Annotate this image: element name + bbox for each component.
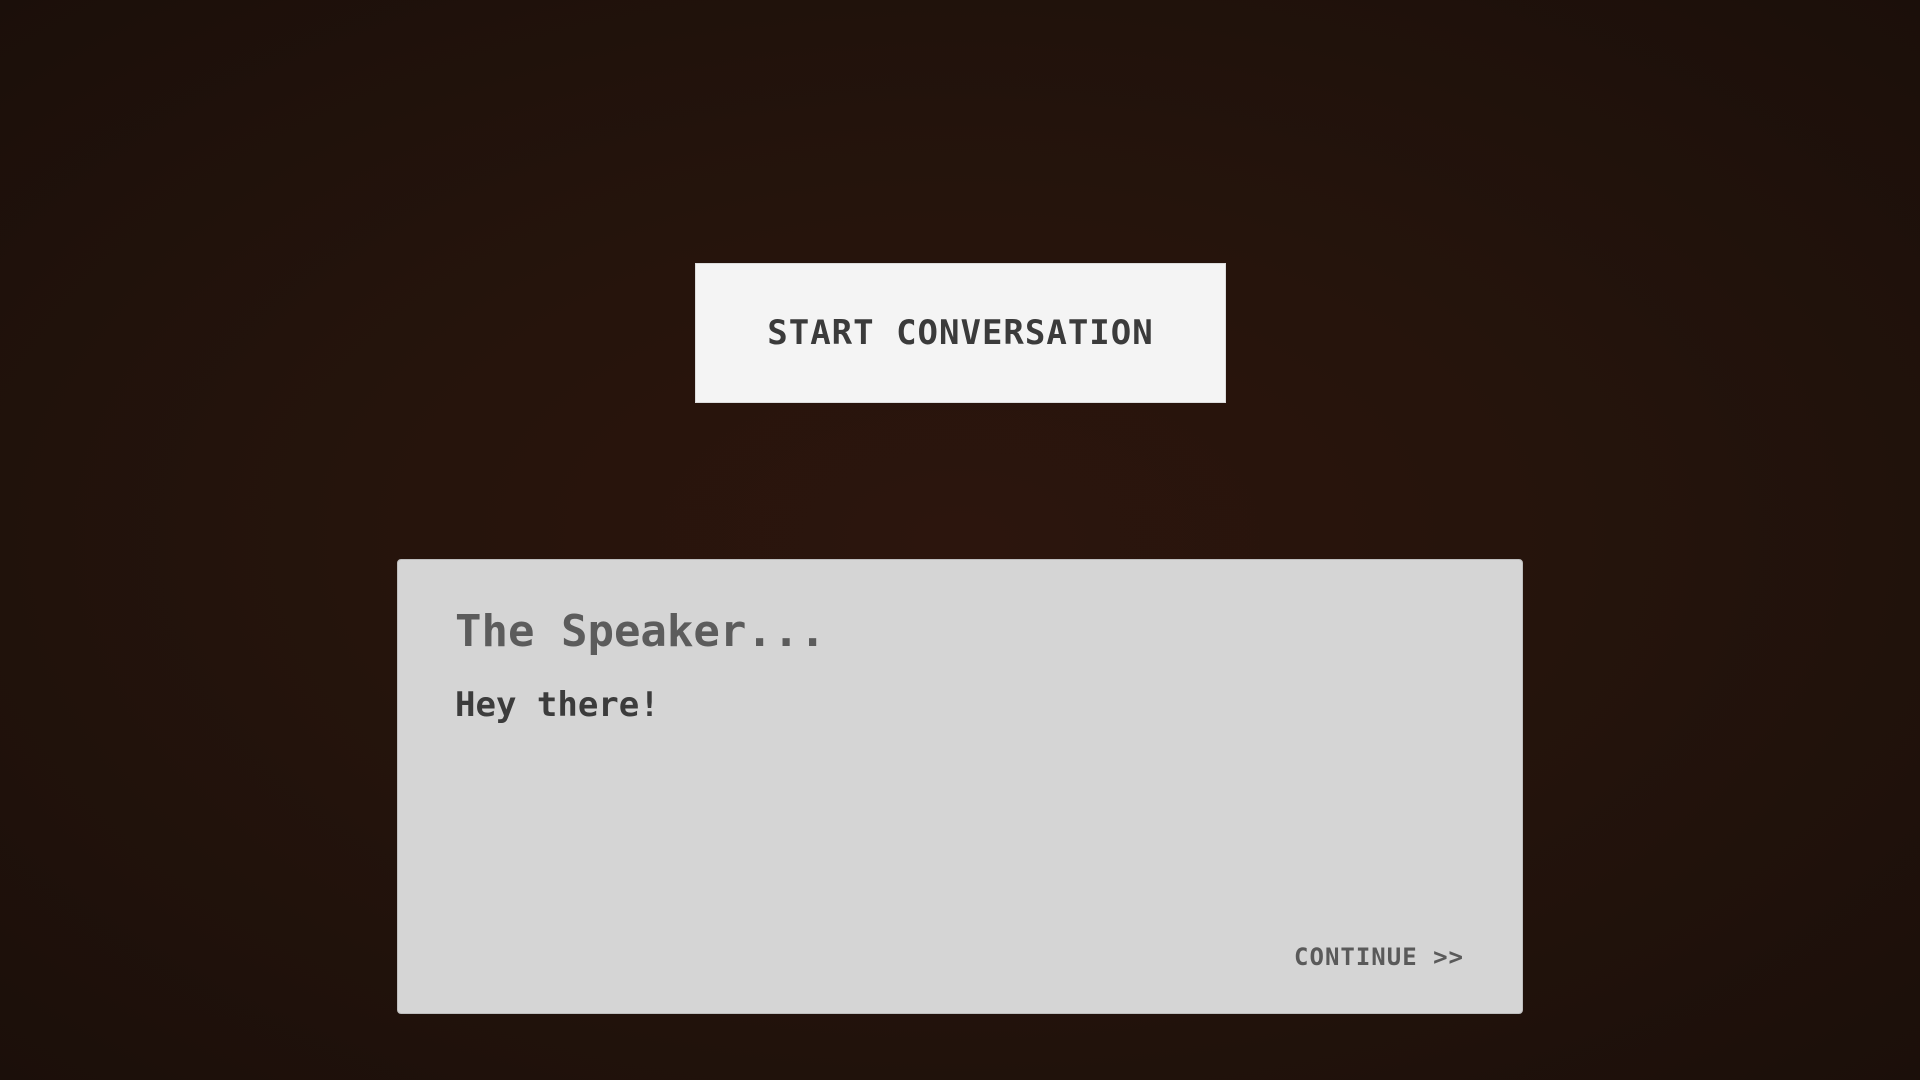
dialog-box: The Speaker... Hey there! CONTINUE >> (397, 559, 1523, 1014)
speaker-name: The Speaker... (455, 606, 826, 657)
continue-button[interactable]: CONTINUE >> (1294, 943, 1464, 971)
start-conversation-label: START CONVERSATION (767, 313, 1154, 353)
start-conversation-button[interactable]: START CONVERSATION (695, 263, 1226, 403)
dialog-text: Hey there! (455, 685, 660, 725)
